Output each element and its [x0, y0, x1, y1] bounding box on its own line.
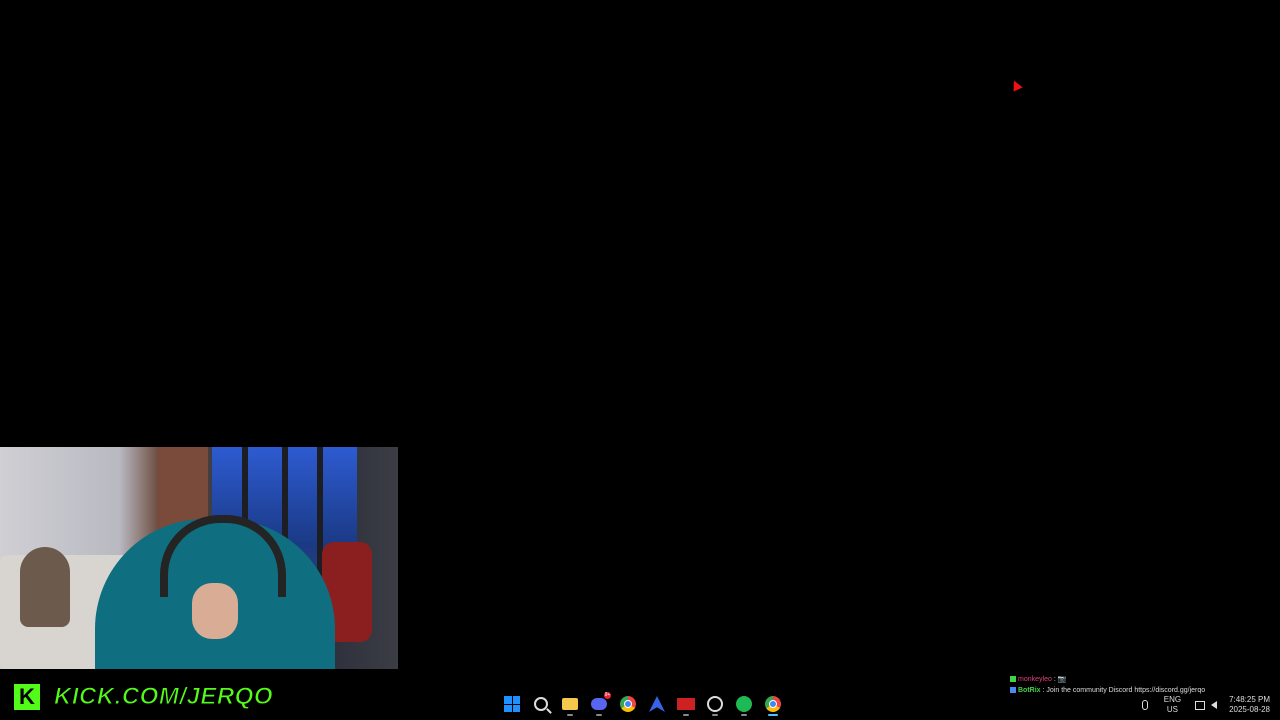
chrome-button[interactable]: [616, 692, 640, 716]
clock[interactable]: 7:48:25 PM 2025-08-28: [1229, 695, 1270, 715]
vpn-icon: [649, 696, 665, 712]
discord-icon: [591, 698, 607, 710]
clock-date: 2025-08-28: [1229, 705, 1270, 714]
steam-button[interactable]: [703, 692, 727, 716]
search-button[interactable]: [529, 692, 553, 716]
folder-icon: [562, 698, 578, 710]
clock-time: 7:48:25 PM: [1229, 695, 1270, 704]
network-icon[interactable]: [1195, 700, 1206, 710]
badge-icon: [1010, 676, 1016, 683]
taskbar-apps: 9+: [500, 692, 785, 716]
obs-button[interactable]: [674, 692, 698, 716]
spotify-button[interactable]: [732, 692, 756, 716]
spotify-icon: [736, 696, 752, 712]
chat-text: 📷: [1057, 676, 1067, 683]
taskbar: 9+ ENG US 7:48:25 PM 2025-08-28: [0, 690, 1280, 720]
chrome-icon: [765, 696, 781, 712]
vpn-button[interactable]: [645, 692, 669, 716]
system-tray: ENG US 7:48:25 PM 2025-08-28: [1141, 690, 1280, 720]
chat-message: monkeyleo : 📷: [1010, 674, 1280, 685]
chat-username: monkeyleo: [1018, 676, 1052, 683]
mouse-cursor-icon: [1009, 78, 1023, 92]
file-explorer-button[interactable]: [558, 692, 582, 716]
dog: [20, 547, 70, 627]
obs-icon: [677, 698, 695, 710]
microphone-icon[interactable]: [1141, 700, 1148, 710]
discord-button[interactable]: 9+: [587, 692, 611, 716]
language-indicator[interactable]: ENG US: [1164, 695, 1181, 715]
chrome-icon: [620, 696, 636, 712]
chrome-active-button[interactable]: [761, 692, 785, 716]
windows-icon: [504, 696, 520, 712]
streamer-face: [192, 583, 238, 639]
start-button[interactable]: [500, 692, 524, 716]
steam-icon: [707, 696, 723, 712]
webcam-overlay: [0, 447, 398, 669]
search-icon: [534, 697, 548, 711]
notification-badge: 9+: [604, 692, 611, 699]
volume-icon[interactable]: [1211, 701, 1218, 709]
